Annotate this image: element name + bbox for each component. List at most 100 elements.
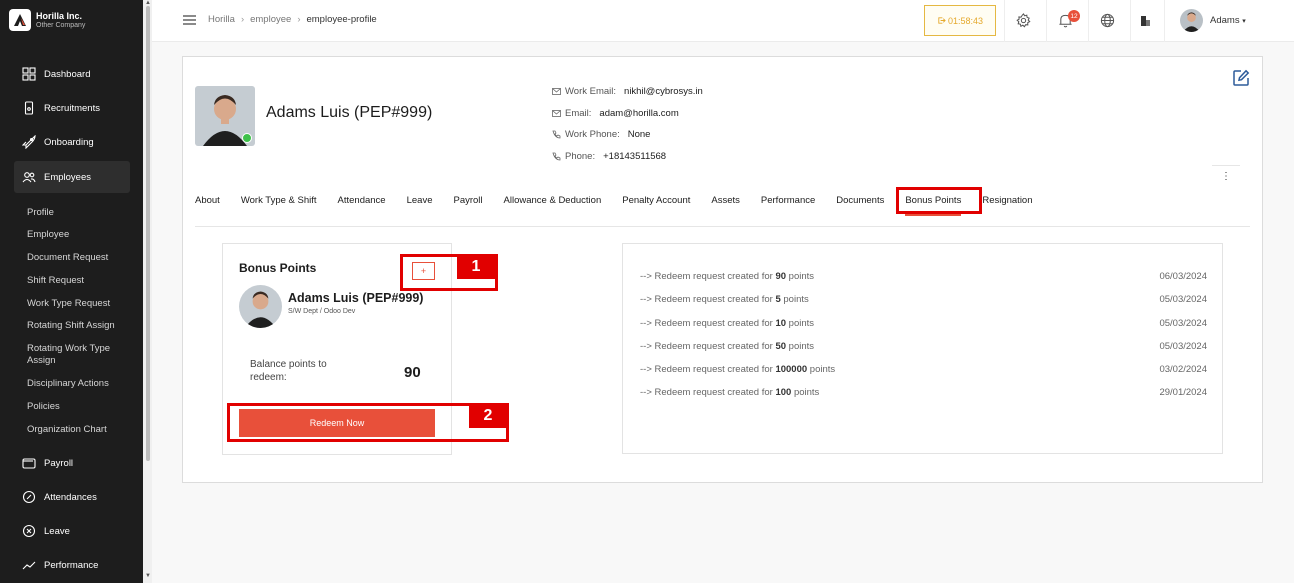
top-header: Horilla › employee › employee-profile 01… xyxy=(152,0,1294,42)
email-value: adam@horilla.com xyxy=(599,108,679,119)
contact-email: Email: adam@horilla.com xyxy=(552,108,679,119)
history-date: 03/02/2024 xyxy=(1159,364,1207,375)
sidebar-subitem-disciplinary-actions[interactable]: Disciplinary Actions xyxy=(27,378,127,390)
people-icon xyxy=(22,172,36,183)
sidebar-item-employees[interactable]: Employees xyxy=(14,161,130,193)
tab-about[interactable]: About xyxy=(195,195,220,206)
tab-performance[interactable]: Performance xyxy=(761,195,815,206)
contact-label: Work Phone: xyxy=(565,129,620,140)
list-item: --> Redeem request created for 50 points… xyxy=(640,341,1207,352)
history-date: 29/01/2024 xyxy=(1159,387,1207,398)
trend-icon xyxy=(22,561,36,570)
contact-label: Work Email: xyxy=(565,86,617,97)
profile-name: Adams Luis (PEP#999) xyxy=(266,104,433,121)
list-item: --> Redeem request created for 90 points… xyxy=(640,271,1207,282)
x-circle-icon xyxy=(22,524,36,538)
tab-work-type-shift[interactable]: Work Type & Shift xyxy=(241,195,317,206)
sidebar-item-label: Attendances xyxy=(44,491,97,503)
tab-payroll[interactable]: Payroll xyxy=(453,195,482,206)
contact-label: Phone: xyxy=(565,151,596,162)
breadcrumb-employee-profile: employee-profile xyxy=(306,14,377,25)
callout-number-2: 2 xyxy=(469,403,507,428)
notification-count-badge: 12 xyxy=(1068,10,1080,22)
tab-assets[interactable]: Assets xyxy=(711,195,740,206)
sidebar-item-payroll[interactable]: Payroll xyxy=(14,447,130,479)
rocket-icon xyxy=(22,135,36,149)
work-email-value: nikhil@cybrosys.in xyxy=(624,86,703,97)
breadcrumb-horilla[interactable]: Horilla xyxy=(208,14,235,25)
chevron-right-icon: › xyxy=(297,14,301,25)
history-date: 05/03/2024 xyxy=(1159,294,1207,305)
contact-phone: Phone: +18143511568 xyxy=(552,151,666,162)
employee-name: Adams Luis (PEP#999) xyxy=(288,291,424,305)
user-menu-dropdown[interactable]: Adams ▾ xyxy=(1210,15,1246,26)
sidebar-item-label: Dashboard xyxy=(44,68,91,80)
sidebar: Horilla Inc. Other Company Dashboard Rec… xyxy=(0,0,143,583)
history-date: 05/03/2024 xyxy=(1159,341,1207,352)
timer-value: 01:58:43 xyxy=(947,15,984,26)
online-status-indicator xyxy=(242,133,252,143)
edit-icon[interactable] xyxy=(1232,69,1250,87)
sidebar-subitem-employee[interactable]: Employee xyxy=(27,229,127,241)
phone-icon xyxy=(24,101,34,115)
gear-icon[interactable] xyxy=(1016,13,1031,28)
company-subtitle: Other Company xyxy=(36,22,86,29)
sidebar-subitem-rotating-work-type-assign[interactable]: Rotating Work Type Assign xyxy=(27,343,127,367)
sidebar-subitem-organization-chart[interactable]: Organization Chart xyxy=(27,424,127,436)
tab-allowance-deduction[interactable]: Allowance & Deduction xyxy=(504,195,602,206)
sidebar-subitem-policies[interactable]: Policies xyxy=(27,401,127,413)
history-date: 05/03/2024 xyxy=(1159,318,1207,329)
building-icon[interactable] xyxy=(1140,15,1151,26)
sidebar-subitem-rotating-shift-assign[interactable]: Rotating Shift Assign xyxy=(27,320,127,332)
hamburger-menu-icon[interactable] xyxy=(183,15,196,25)
breadcrumb-employee[interactable]: employee xyxy=(250,14,291,25)
sidebar-item-label: Recruitments xyxy=(44,102,100,114)
sidebar-item-label: Performance xyxy=(44,559,99,571)
contact-label: Email: xyxy=(565,108,592,119)
more-options-kebab-icon[interactable]: ⋮ xyxy=(1212,165,1240,187)
chevron-right-icon: › xyxy=(240,14,245,25)
globe-icon[interactable] xyxy=(1100,13,1115,28)
tabs-divider xyxy=(195,226,1250,227)
clock-icon xyxy=(22,490,36,504)
sidebar-item-label: Employees xyxy=(44,171,91,183)
sidebar-item-label: Leave xyxy=(44,525,70,537)
sidebar-item-leave[interactable]: Leave xyxy=(14,515,130,547)
breadcrumb: Horilla › employee › employee-profile xyxy=(208,14,383,25)
company-name: Horilla Inc. xyxy=(36,11,83,21)
balance-value: 90 xyxy=(404,364,421,381)
sidebar-subitem-profile[interactable]: Profile xyxy=(27,207,127,219)
attendance-timer-button[interactable]: 01:58:43 xyxy=(924,5,996,36)
contact-work-email: Work Email: nikhil@cybrosys.in xyxy=(552,86,703,97)
wallet-icon xyxy=(22,458,36,469)
list-item: --> Redeem request created for 10 points… xyxy=(640,318,1207,329)
grid-icon xyxy=(22,67,36,81)
tab-leave[interactable]: Leave xyxy=(407,195,433,206)
sidebar-item-recruitments[interactable]: Recruitments xyxy=(14,92,130,124)
sidebar-subitem-document-request[interactable]: Document Request xyxy=(27,252,127,264)
brand[interactable]: Horilla Inc. Other Company xyxy=(9,9,85,31)
employee-avatar xyxy=(239,285,282,328)
tab-documents[interactable]: Documents xyxy=(836,195,884,206)
sidebar-item-label: Payroll xyxy=(44,457,74,469)
scroll-up-arrow-icon[interactable]: ▲ xyxy=(145,0,151,6)
sidebar-item-performance[interactable]: Performance xyxy=(14,549,130,581)
user-avatar[interactable] xyxy=(1180,9,1203,32)
sidebar-item-label: Onboarding xyxy=(44,136,94,148)
sidebar-subitem-shift-request[interactable]: Shift Request xyxy=(27,275,127,287)
clock-out-icon xyxy=(938,17,946,24)
horilla-logo-icon xyxy=(9,9,31,31)
sidebar-item-attendances[interactable]: Attendances xyxy=(14,481,130,513)
sidebar-item-dashboard[interactable]: Dashboard xyxy=(14,58,130,90)
tab-resignation[interactable]: Resignation xyxy=(982,195,1032,206)
sidebar-scrollbar-thumb[interactable] xyxy=(146,6,150,461)
tab-attendance[interactable]: Attendance xyxy=(338,195,386,206)
sidebar-subitem-work-type-request[interactable]: Work Type Request xyxy=(27,298,127,310)
mail-icon xyxy=(552,110,561,117)
scroll-down-arrow-icon[interactable]: ▼ xyxy=(145,573,151,579)
sidebar-item-onboarding[interactable]: Onboarding xyxy=(14,126,130,158)
tab-penalty-account[interactable]: Penalty Account xyxy=(622,195,690,206)
work-phone-value: None xyxy=(627,129,651,140)
employee-department: S/W Dept / Odoo Dev xyxy=(288,308,356,315)
mail-icon xyxy=(552,88,561,95)
